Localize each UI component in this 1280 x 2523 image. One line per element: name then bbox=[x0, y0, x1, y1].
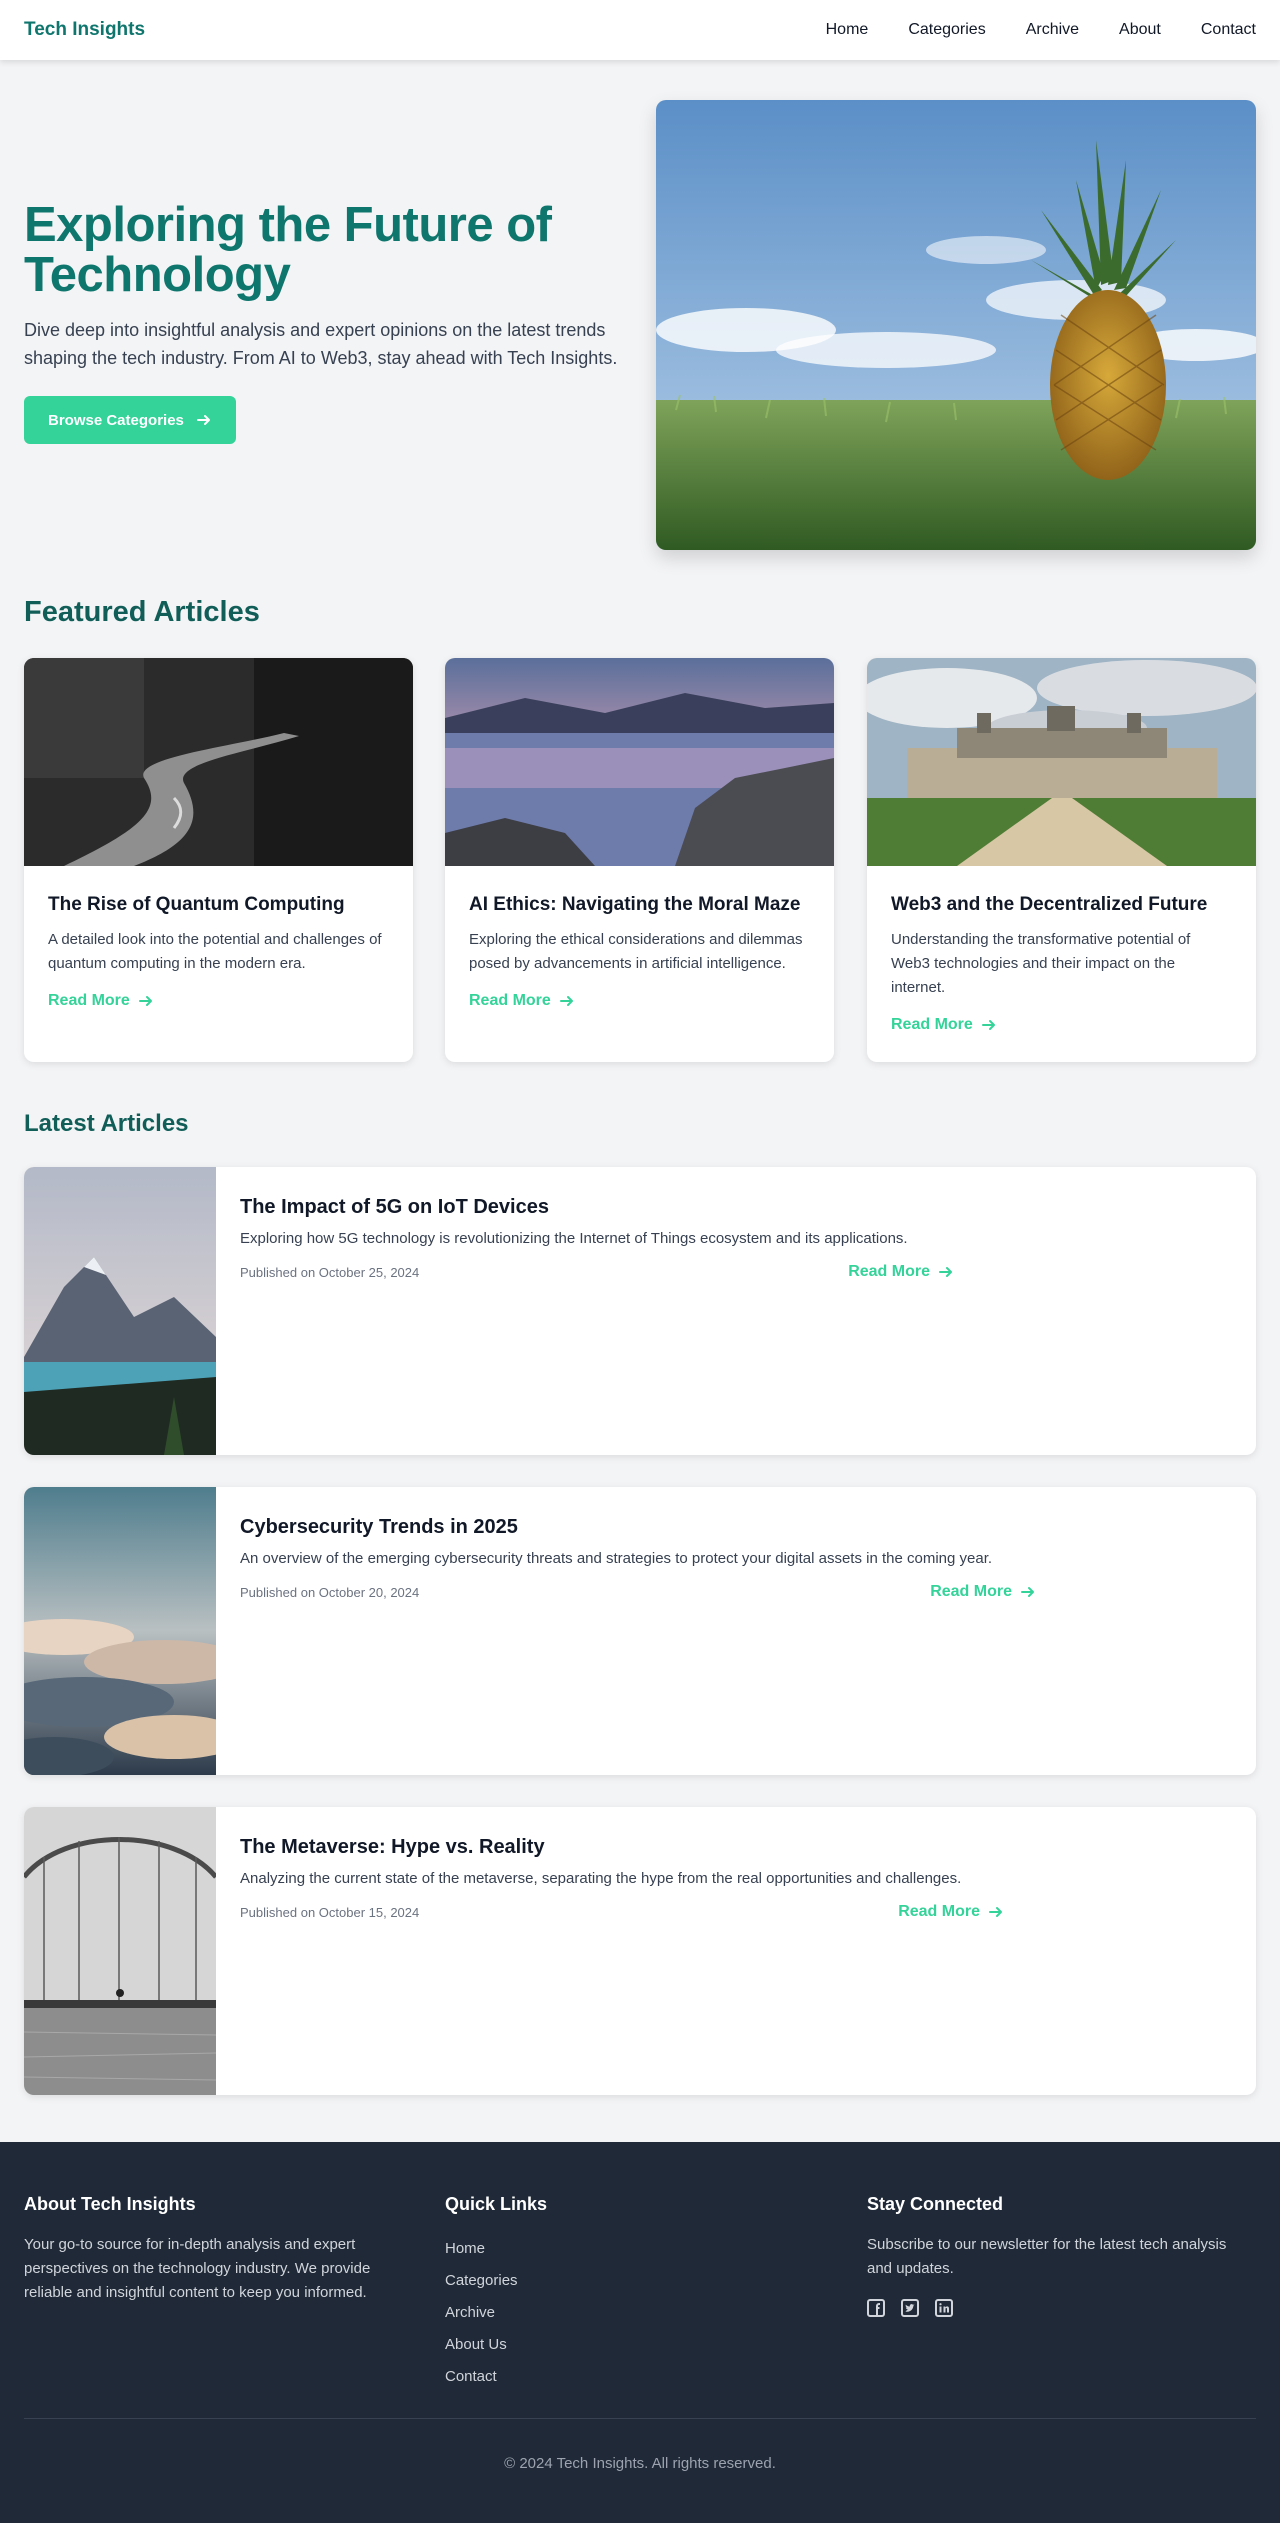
twitter-icon[interactable] bbox=[901, 2299, 919, 2317]
arrow-right-icon bbox=[981, 1020, 995, 1030]
read-more-link[interactable]: Read More bbox=[891, 1016, 997, 1034]
site-footer: About Tech Insights Your go-to source fo… bbox=[0, 2142, 1280, 2523]
latest-article-description: An overview of the emerging cybersecurit… bbox=[240, 1550, 993, 1567]
nav-link-about[interactable]: About bbox=[1119, 21, 1161, 39]
featured-card: AI Ethics: Navigating the Moral Maze Exp… bbox=[445, 658, 834, 1062]
read-more-link[interactable]: Read More bbox=[48, 992, 154, 1010]
arrow-right-icon bbox=[559, 996, 573, 1006]
read-more-label: Read More bbox=[48, 992, 130, 1009]
latest-articles-heading: Latest Articles bbox=[24, 1110, 189, 1137]
latest-article-card: Cybersecurity Trends in 2025 An overview… bbox=[24, 1487, 1256, 1775]
read-more-label: Read More bbox=[930, 1583, 1012, 1600]
copyright-text: © 2024 Tech Insights. All rights reserve… bbox=[504, 2455, 776, 2472]
site-brand[interactable]: Tech Insights bbox=[24, 19, 145, 41]
footer-quick-links-heading: Quick Links bbox=[445, 2194, 548, 2214]
latest-article-meta: Published on October 15, 2024 Read More bbox=[240, 1903, 1004, 1921]
featured-card-body: Web3 and the Decentralized Future Unders… bbox=[867, 866, 1256, 1034]
latest-article-description: Exploring how 5G technology is revolutio… bbox=[240, 1230, 908, 1247]
read-more-link[interactable]: Read More bbox=[848, 1263, 954, 1281]
featured-image-lake-rocks bbox=[445, 658, 834, 866]
featured-card-title[interactable]: The Rise of Quantum Computing bbox=[48, 892, 389, 918]
footer-about-heading: About Tech Insights bbox=[24, 2194, 196, 2214]
arrow-right-icon bbox=[138, 996, 152, 1006]
footer-link-categories[interactable]: Categories bbox=[445, 2272, 518, 2289]
latest-article-title[interactable]: The Metaverse: Hype vs. Reality bbox=[240, 1833, 1232, 1861]
latest-article-body: Cybersecurity Trends in 2025 An overview… bbox=[240, 1513, 1232, 1601]
footer-link-contact[interactable]: Contact bbox=[445, 2368, 497, 2385]
footer-quick-links: Quick Links Home Categories Archive Abou… bbox=[445, 2194, 825, 2393]
latest-article-title[interactable]: The Impact of 5G on IoT Devices bbox=[240, 1193, 1232, 1221]
published-date: Published on October 20, 2024 bbox=[240, 1584, 420, 1600]
footer-about: About Tech Insights Your go-to source fo… bbox=[24, 2194, 404, 2305]
nav-link-archive[interactable]: Archive bbox=[1026, 21, 1079, 39]
facebook-icon[interactable] bbox=[867, 2299, 885, 2317]
read-more-label: Read More bbox=[891, 1016, 973, 1033]
footer-link-home[interactable]: Home bbox=[445, 2240, 485, 2257]
latest-article-meta: Published on October 25, 2024 Read More bbox=[240, 1263, 954, 1281]
top-navbar: Tech Insights Home Categories Archive Ab… bbox=[0, 0, 1280, 60]
footer-link-about-us[interactable]: About Us bbox=[445, 2336, 507, 2353]
latest-article-body: The Metaverse: Hype vs. Reality Analyzin… bbox=[240, 1833, 1232, 1921]
footer-stay-connected: Stay Connected Subscribe to our newslett… bbox=[867, 2194, 1247, 2317]
latest-image-bridge bbox=[24, 1807, 216, 2095]
featured-image-chateau bbox=[867, 658, 1256, 866]
latest-article-title[interactable]: Cybersecurity Trends in 2025 bbox=[240, 1513, 1232, 1541]
footer-about-text: Your go-to source for in-depth analysis … bbox=[24, 2236, 371, 2301]
latest-article-meta: Published on October 20, 2024 Read More bbox=[240, 1583, 1036, 1601]
latest-article-card: The Impact of 5G on IoT Devices Explorin… bbox=[24, 1167, 1256, 1455]
featured-card-body: The Rise of Quantum Computing A detailed… bbox=[24, 866, 413, 1010]
footer-links-list: Home Categories Archive About Us Contact bbox=[445, 2233, 825, 2393]
latest-image-mountain-lake bbox=[24, 1167, 216, 1455]
footer-connect-heading: Stay Connected bbox=[867, 2194, 1004, 2214]
linkedin-icon[interactable] bbox=[935, 2299, 953, 2317]
browse-categories-button[interactable]: Browse Categories bbox=[24, 396, 236, 444]
footer-connect-text: Subscribe to our newsletter for the late… bbox=[867, 2236, 1227, 2277]
read-more-label: Read More bbox=[848, 1263, 930, 1280]
featured-card: The Rise of Quantum Computing A detailed… bbox=[24, 658, 413, 1062]
read-more-link[interactable]: Read More bbox=[898, 1903, 1004, 1921]
nav-link-home[interactable]: Home bbox=[826, 21, 869, 39]
featured-card-description: Exploring the ethical considerations and… bbox=[469, 931, 803, 972]
read-more-label: Read More bbox=[898, 1903, 980, 1920]
featured-card: Web3 and the Decentralized Future Unders… bbox=[867, 658, 1256, 1062]
arrow-right-icon bbox=[196, 415, 210, 425]
nav-links: Home Categories Archive About Contact bbox=[826, 21, 1256, 39]
featured-image-forest-road bbox=[24, 658, 413, 866]
nav-link-contact[interactable]: Contact bbox=[1201, 21, 1256, 39]
hero-title: Exploring the Future of Technology bbox=[24, 198, 552, 302]
hero-section: Exploring the Future of Technology Dive … bbox=[24, 200, 624, 444]
hero-subtitle: Dive deep into insightful analysis and e… bbox=[24, 320, 618, 368]
latest-article-description: Analyzing the current state of the metav… bbox=[240, 1870, 962, 1887]
footer-divider bbox=[24, 2418, 1256, 2419]
footer-link-archive[interactable]: Archive bbox=[445, 2304, 495, 2321]
nav-link-categories[interactable]: Categories bbox=[908, 21, 985, 39]
browse-categories-label: Browse Categories bbox=[48, 411, 184, 429]
latest-image-clouds bbox=[24, 1487, 216, 1775]
featured-card-body: AI Ethics: Navigating the Moral Maze Exp… bbox=[445, 866, 834, 1010]
featured-card-description: Understanding the transformative potenti… bbox=[891, 931, 1191, 996]
read-more-link[interactable]: Read More bbox=[469, 992, 575, 1010]
read-more-label: Read More bbox=[469, 992, 551, 1009]
arrow-right-icon bbox=[989, 1907, 1002, 1917]
arrow-right-icon bbox=[1021, 1587, 1034, 1597]
featured-articles-heading: Featured Articles bbox=[24, 596, 260, 628]
featured-card-title[interactable]: AI Ethics: Navigating the Moral Maze bbox=[469, 892, 810, 918]
arrow-right-icon bbox=[939, 1267, 952, 1277]
social-links bbox=[867, 2299, 1247, 2317]
featured-card-title[interactable]: Web3 and the Decentralized Future bbox=[891, 892, 1232, 918]
read-more-link[interactable]: Read More bbox=[930, 1583, 1036, 1601]
hero-image-pineapple bbox=[656, 100, 1256, 550]
published-date: Published on October 25, 2024 bbox=[240, 1264, 420, 1280]
published-date: Published on October 15, 2024 bbox=[240, 1904, 420, 1920]
latest-article-card: The Metaverse: Hype vs. Reality Analyzin… bbox=[24, 1807, 1256, 2095]
latest-article-body: The Impact of 5G on IoT Devices Explorin… bbox=[240, 1193, 1232, 1281]
featured-card-description: A detailed look into the potential and c… bbox=[48, 931, 382, 972]
